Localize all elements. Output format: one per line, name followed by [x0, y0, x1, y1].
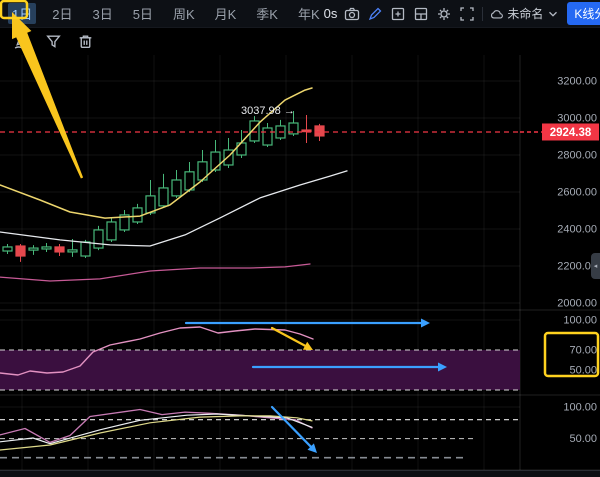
candles [3, 111, 324, 262]
svg-text:70.00: 70.00 [569, 345, 597, 357]
top-toolbar: 1日 2日 3日 5日 周K 月K 季K 年K 0s [0, 0, 600, 28]
fullscreen-icon[interactable] [459, 6, 475, 22]
annotations [1, 1, 598, 453]
document-name: 未命名 [507, 5, 543, 22]
kdj-k [0, 414, 312, 444]
tab-3d[interactable]: 3日 [88, 3, 116, 24]
layout-icon[interactable] [413, 6, 429, 22]
tab-1d[interactable]: 1日 [8, 3, 36, 24]
document-selector[interactable]: 未命名 [490, 5, 560, 22]
timeframe-tabs: 1日 2日 3日 5日 周K 月K 季K 年K [8, 3, 324, 24]
kline-analysis-button[interactable]: K线分析 [567, 2, 600, 25]
gear-icon[interactable] [436, 6, 452, 22]
kdj-lines [0, 410, 312, 451]
filter-icon[interactable] [45, 33, 62, 50]
svg-text:3000.00: 3000.00 [557, 113, 597, 125]
kdj-d [0, 410, 312, 443]
tab-5d[interactable]: 5日 [129, 3, 157, 24]
kdj-guides [0, 420, 520, 458]
drawing-toolbar [0, 28, 94, 54]
svg-text:3200.00: 3200.00 [557, 76, 597, 88]
chart-canvas[interactable]: 2924.38 3200.00 3000.00 2800.00 2600.00 2400.… [0, 0, 600, 477]
ma-white [0, 171, 347, 246]
panel-separators [0, 55, 600, 470]
svg-text:50.00: 50.00 [569, 365, 597, 377]
svg-text:2000.00: 2000.00 [557, 298, 597, 310]
rsi-line [0, 327, 313, 375]
ma-yellow [0, 88, 312, 218]
svg-text:100.00: 100.00 [563, 315, 597, 327]
toolbar-divider [482, 7, 483, 21]
tab-2d[interactable]: 2日 [48, 3, 76, 24]
chevron-down-icon [546, 7, 560, 21]
svg-text:2600.00: 2600.00 [557, 187, 597, 199]
moving-averages [0, 88, 347, 281]
kdj-j [0, 416, 312, 450]
trash-icon[interactable] [77, 33, 94, 50]
svg-text:2800.00: 2800.00 [557, 150, 597, 162]
rsi-band [0, 350, 520, 390]
brush-icon[interactable] [13, 33, 30, 50]
time-axis[interactable] [0, 470, 600, 477]
grid [0, 55, 520, 470]
current-price-line: 2924.38 [0, 123, 599, 140]
tab-month[interactable]: 月K [211, 3, 241, 24]
tab-week[interactable]: 周K [169, 3, 199, 24]
countdown-timer: 0s [324, 6, 338, 21]
tab-year[interactable]: 年K [294, 3, 324, 24]
cloud-icon [490, 7, 504, 21]
add-frame-icon[interactable] [390, 6, 406, 22]
svg-text:100.00: 100.00 [563, 402, 597, 414]
tab-quarter[interactable]: 季K [252, 3, 282, 24]
axis-collapse-handle[interactable]: ◂ [591, 253, 600, 279]
pencil-icon[interactable] [367, 6, 383, 22]
svg-text:50.00: 50.00 [569, 433, 597, 445]
current-price-tag [542, 123, 599, 140]
toolbar-controls: 0s 未命名 [324, 2, 600, 25]
camera-icon[interactable] [344, 6, 360, 22]
svg-text:2924.38: 2924.38 [550, 127, 592, 139]
high-price-label: 3037.98 → [241, 105, 295, 117]
kline-chart-app: 1日 2日 3日 5日 周K 月K 季K 年K 0s [0, 0, 600, 477]
highlight-levels-70-50 [545, 333, 598, 376]
rsi [0, 327, 313, 375]
ma-pink [0, 264, 310, 281]
svg-text:2400.00: 2400.00 [557, 224, 597, 236]
